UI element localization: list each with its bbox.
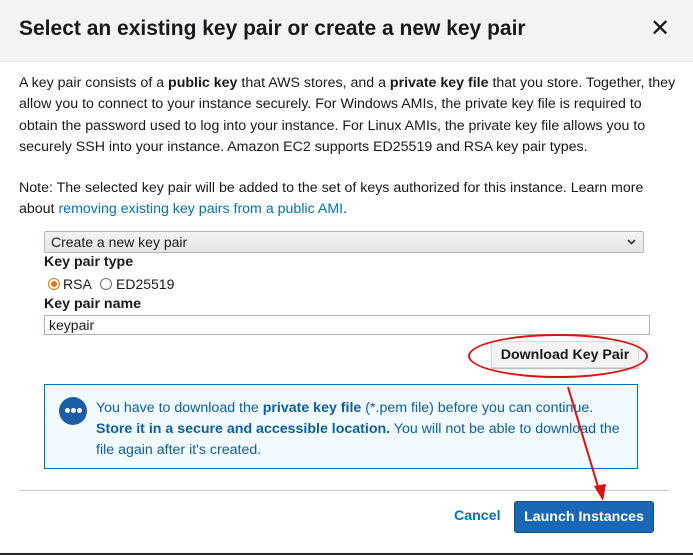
key-pair-name-input[interactable]: [44, 315, 650, 335]
note-end: .: [343, 201, 348, 218]
intro-text-1: A key pair consists of a: [19, 75, 169, 91]
key-pair-dialog: Select an existing key pair or create a …: [0, 0, 693, 555]
intro-paragraph: A key pair consists of a public key that…: [19, 73, 679, 158]
intro-public-key: public key: [168, 75, 238, 91]
chevron-down-icon: [626, 232, 637, 259]
info-private-key-file: private key file: [262, 400, 362, 416]
info-message: You have to download the private key fil…: [96, 398, 628, 461]
launch-instances-button[interactable]: Launch Instances: [514, 501, 654, 533]
radio-rsa[interactable]: [48, 278, 60, 290]
info-alert: You have to download the private key fil…: [44, 384, 638, 469]
footer-divider: [19, 490, 669, 491]
download-key-pair-button[interactable]: Download Key Pair: [491, 341, 639, 368]
key-pair-option-select[interactable]: Create a new key pair: [44, 231, 644, 253]
info-store-location: Store it in a secure and accessible loca…: [96, 421, 391, 437]
radio-rsa-label[interactable]: RSA: [63, 276, 92, 292]
cancel-button[interactable]: Cancel: [454, 508, 501, 524]
intro-private-key-file: private key file: [389, 75, 489, 91]
dialog-title: Select an existing key pair or create a …: [19, 17, 526, 40]
dialog-header: Select an existing key pair or create a …: [0, 0, 693, 62]
close-icon[interactable]: ✕: [649, 17, 671, 41]
key-pair-type-label: Key pair type: [44, 254, 134, 270]
radio-ed25519[interactable]: [100, 278, 112, 290]
remove-key-pairs-link[interactable]: removing existing key pairs from a publi…: [58, 201, 343, 217]
speech-bubble-icon: [59, 397, 87, 425]
radio-ed25519-label[interactable]: ED25519: [116, 276, 174, 292]
key-pair-name-label: Key pair name: [44, 296, 141, 312]
note-paragraph: Note: The selected key pair will be adde…: [19, 178, 679, 221]
key-pair-option-value: Create a new key pair: [51, 234, 188, 250]
intro-text-2: that AWS stores, and a: [237, 75, 390, 91]
info-text-2: (*.pem file) before you can continue.: [361, 400, 594, 416]
info-text-1: You have to download the: [96, 400, 263, 416]
